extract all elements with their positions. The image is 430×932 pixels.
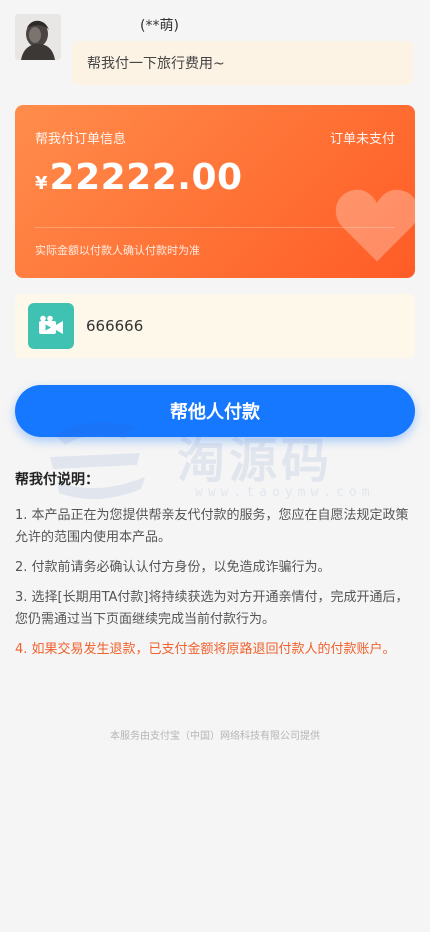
message-text: 帮我付一下旅行费用~	[87, 56, 225, 72]
order-amount: ¥ 22222.00	[35, 157, 243, 198]
footer-text: 本服务由支付宝（中国）网络科技有限公司提供	[110, 731, 320, 742]
instructions-title: 帮我付说明：	[15, 472, 99, 488]
order-status: 订单未支付	[329, 132, 395, 147]
instruction-item-warning: 4. 如果交易发生退款，已支付金额将原路退回付款人的付款账户。	[15, 642, 396, 657]
amount-value: 22222.00	[49, 157, 243, 198]
heart-icon	[335, 189, 415, 262]
order-note: 实际金额以付款人确认付款时为准	[35, 244, 200, 257]
user-nickname: (**萌)	[140, 18, 179, 34]
order-card: 帮我付订单信息 订单未支付 ¥ 22222.00 实际金额以付款人确认付款时为准	[15, 105, 415, 278]
payer-card: 666666	[15, 294, 415, 358]
payer-name: 666666	[86, 317, 144, 335]
avatar	[15, 14, 61, 60]
message-bubble: 帮我付一下旅行费用~	[72, 41, 413, 85]
order-title: 帮我付订单信息	[35, 132, 127, 147]
instructions-section: 帮我付说明： 1. 本产品正在为您提供帮亲友代付款的服务，您应在自愿法规定政策允…	[15, 469, 413, 669]
pay-for-others-button[interactable]: 帮他人付款	[15, 385, 415, 437]
video-camera-icon	[28, 303, 74, 349]
instruction-item: 1. 本产品正在为您提供帮亲友代付款的服务，您应在自愿法规定政策允许的范围内使用…	[15, 508, 409, 545]
instruction-item: 3. 选择[长期用TA付款]将持续获选为对方开通亲情付，完成开通后，您仍需通过当…	[15, 590, 409, 627]
currency-symbol: ¥	[35, 173, 48, 194]
instruction-item: 2. 付款前请务必确认认付方身份，以免造成诈骗行为。	[15, 560, 331, 575]
avatar-image	[15, 14, 61, 60]
